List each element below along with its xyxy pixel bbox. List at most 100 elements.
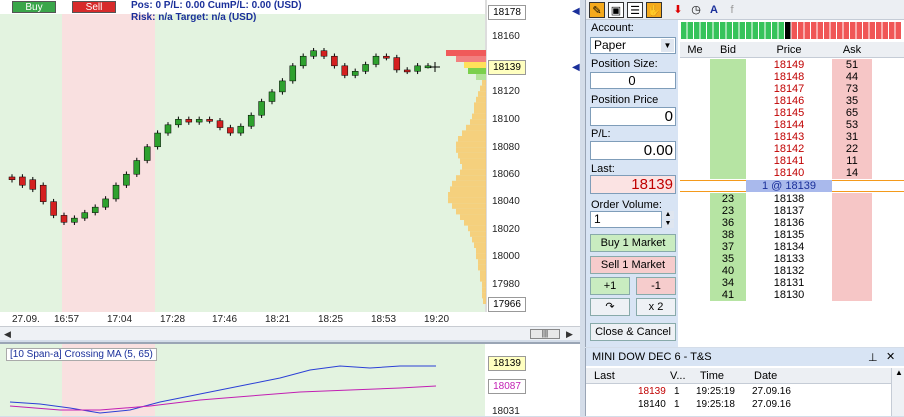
price-cell[interactable]: 18146 [746, 95, 832, 107]
scroll-left-icon[interactable]: ◀ [4, 329, 11, 340]
price-cell[interactable]: 18131 [746, 277, 832, 289]
hand-icon[interactable]: ✋ [646, 2, 662, 18]
price-cell[interactable]: 18135 [746, 229, 832, 241]
price-cell[interactable]: 18132 [746, 265, 832, 277]
me-cell[interactable] [680, 83, 710, 95]
me-cell[interactable] [680, 143, 710, 155]
ask-cell[interactable] [832, 193, 872, 205]
ask-cell[interactable]: 35 [832, 95, 872, 107]
me-cell[interactable] [680, 253, 710, 265]
double-button[interactable]: x 2 [636, 298, 676, 316]
scroll-right-icon[interactable]: ▶ [566, 329, 573, 340]
me-cell[interactable] [680, 205, 710, 217]
pin-icon[interactable]: ⊥ [868, 351, 878, 364]
bid-cell[interactable] [710, 167, 746, 179]
price-cell[interactable]: 18141 [746, 155, 832, 167]
price-cell[interactable]: 18140 [746, 167, 832, 179]
bid-cell[interactable]: 23 [710, 193, 746, 205]
window-icon[interactable]: ▣ [608, 2, 624, 18]
volume-up-icon[interactable]: ▲ [662, 211, 674, 219]
bid-cell[interactable] [710, 107, 746, 119]
pencil-icon[interactable]: ✎ [589, 2, 605, 18]
price-cell[interactable]: 18148 [746, 71, 832, 83]
minus-one-button[interactable]: -1 [636, 277, 676, 295]
account-select[interactable]: Paper ▼ [590, 37, 676, 54]
bid-cell[interactable] [710, 59, 746, 71]
me-cell[interactable] [680, 217, 710, 229]
candlestick-chart[interactable] [0, 0, 580, 326]
price-cell[interactable]: 18145 [746, 107, 832, 119]
me-cell[interactable] [680, 167, 710, 179]
chart-horizontal-scrollbar[interactable]: ◀ ||| ▶ [0, 326, 580, 340]
price-cell[interactable]: 18134 [746, 241, 832, 253]
arrow-down-icon[interactable]: ⬇ [670, 2, 686, 18]
list-icon[interactable]: ☰ [627, 2, 643, 18]
chevron-down-icon[interactable]: ▼ [661, 39, 674, 52]
bid-cell[interactable]: 23 [710, 205, 746, 217]
ask-cell[interactable] [832, 229, 872, 241]
me-cell[interactable] [680, 71, 710, 83]
ask-cell[interactable] [832, 277, 872, 289]
me-cell[interactable] [680, 241, 710, 253]
close-cancel-button[interactable]: Close & Cancel [590, 323, 676, 341]
reverse-position-icon[interactable]: ↷ [590, 298, 630, 316]
bid-cell[interactable]: 34 [710, 277, 746, 289]
me-cell[interactable] [680, 119, 710, 131]
bid-cell[interactable] [710, 143, 746, 155]
price-cell[interactable]: 18137 [746, 205, 832, 217]
me-cell[interactable] [680, 265, 710, 277]
price-cell[interactable]: 18147 [746, 83, 832, 95]
bid-cell[interactable] [710, 119, 746, 131]
bid-cell[interactable]: 41 [710, 289, 746, 301]
volume-down-icon[interactable]: ▼ [662, 220, 674, 228]
price-cell[interactable]: 18136 [746, 217, 832, 229]
ask-cell[interactable] [832, 265, 872, 277]
me-cell[interactable] [680, 131, 710, 143]
chart-sell-button[interactable]: Sell [72, 1, 116, 13]
ladder-last-row[interactable]: 1 @ 18139 [680, 180, 904, 192]
price-chart[interactable]: Buy Sell Pos: 0 P/L: 0.00 CumP/L: 0.00 (… [0, 0, 580, 340]
me-cell[interactable] [680, 229, 710, 241]
me-cell[interactable] [680, 95, 710, 107]
ask-cell[interactable]: 31 [832, 131, 872, 143]
me-cell[interactable] [680, 289, 710, 301]
bid-cell[interactable] [710, 83, 746, 95]
depth-of-market-panel[interactable]: ✎ ▣ ☰ ✋ ⬇ ◷ A f Account: Paper ▼ Positio… [585, 0, 904, 347]
ask-cell[interactable]: 53 [832, 119, 872, 131]
bid-cell[interactable]: 37 [710, 241, 746, 253]
ask-cell[interactable] [832, 217, 872, 229]
price-cell[interactable]: 18133 [746, 253, 832, 265]
last-trade-cell[interactable]: 1 @ 18139 [746, 180, 832, 192]
me-cell[interactable] [680, 277, 710, 289]
ask-cell[interactable]: 51 [832, 59, 872, 71]
ask-cell[interactable]: 65 [832, 107, 872, 119]
indicator-title[interactable]: [10 Span-a] Crossing MA (5, 65) [6, 348, 157, 361]
price-cell[interactable]: 18143 [746, 131, 832, 143]
price-cell[interactable]: 18149 [746, 59, 832, 71]
ladder-row[interactable]: 41 18130 [680, 289, 904, 302]
bid-cell[interactable]: 35 [710, 253, 746, 265]
me-cell[interactable] [680, 155, 710, 167]
sell-market-button[interactable]: Sell 1 Market [590, 256, 676, 274]
clock-icon[interactable]: ◷ [688, 2, 704, 18]
scroll-thumb[interactable]: ||| [530, 329, 560, 339]
ask-cell[interactable] [832, 241, 872, 253]
bid-cell[interactable]: 40 [710, 265, 746, 277]
bid-cell[interactable]: 36 [710, 217, 746, 229]
ladder-row[interactable]: 18140 14 [680, 167, 904, 180]
price-cell[interactable]: 18142 [746, 143, 832, 155]
me-cell[interactable] [680, 107, 710, 119]
price-cell[interactable]: 18138 [746, 193, 832, 205]
ask-cell[interactable]: 73 [832, 83, 872, 95]
bid-cell[interactable] [710, 155, 746, 167]
bid-cell[interactable] [710, 71, 746, 83]
ask-cell[interactable]: 44 [832, 71, 872, 83]
ask-cell[interactable]: 11 [832, 155, 872, 167]
bid-cell[interactable]: 38 [710, 229, 746, 241]
price-cell[interactable]: 18144 [746, 119, 832, 131]
buy-market-button[interactable]: Buy 1 Market [590, 234, 676, 252]
panel-arrow-icon[interactable]: ◀ [572, 62, 580, 73]
panel-arrow-icon[interactable]: ◀ [572, 6, 580, 17]
ts-scrollbar[interactable]: ▲ [891, 368, 904, 416]
me-cell[interactable] [680, 193, 710, 205]
